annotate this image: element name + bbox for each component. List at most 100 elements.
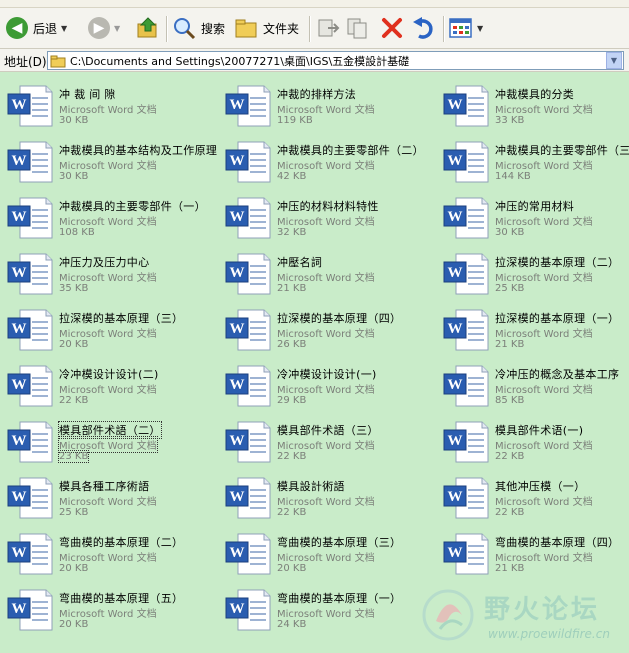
file-item[interactable]: W 弯曲模的基本原理（二） Microsoft Word 文档 20 KB [6,528,218,578]
views-icon [449,18,472,38]
address-field[interactable]: C:\Documents and Settings\20077271\桌面\IG… [47,51,624,70]
svg-text:W: W [448,97,463,113]
file-type: Microsoft Word 文档 [59,385,157,396]
file-size: 21 KB [495,563,525,574]
file-name: 弯曲模的基本原理（二） [59,536,184,549]
file-item[interactable]: W 冲 裁 间 隙 Microsoft Word 文档 30 KB [6,80,218,130]
file-item[interactable]: W 冲裁模具的主要零部件（二） Microsoft Word 文档 42 KB [224,136,436,186]
watermark-text: 野火论坛 [484,595,601,625]
file-size: 33 KB [495,115,525,126]
file-item[interactable]: W 冲裁模具的主要零部件（三） Microsoft Word 文档 144 KB [442,136,629,186]
file-type: Microsoft Word 文档 [59,273,157,284]
file-item[interactable]: W 弯曲模的基本原理（五） Microsoft Word 文档 20 KB [6,584,218,634]
file-size: 30 KB [495,227,525,238]
file-item[interactable]: W 冲压的常用材料 Microsoft Word 文档 30 KB [442,192,629,242]
file-name: 模具部件术語（二） [58,421,162,439]
folders-button[interactable]: 文件夹 [234,12,299,44]
move-to-button[interactable] [316,12,340,44]
file-type: Microsoft Word 文档 [277,161,375,172]
file-item[interactable]: W 弯曲模的基本原理（四） Microsoft Word 文档 21 KB [442,528,629,578]
file-type: Microsoft Word 文档 [495,161,593,172]
file-item[interactable]: W 弯曲模的基本原理（三） Microsoft Word 文档 20 KB [224,528,436,578]
toolbar: ◀ 后退 ▼ ▶ ▼ 搜索 文件夹 ▼ [0,8,629,49]
file-name: 弯曲模的基本原理（五） [59,592,184,605]
file-size: 20 KB [59,339,89,350]
file-size: 25 KB [495,283,525,294]
undo-button[interactable] [411,12,437,44]
forward-arrow-icon: ▶ [88,17,110,39]
file-name: 模具各種工序術語 [59,480,150,493]
file-item[interactable]: W 冷冲模设计设计(二) Microsoft Word 文档 22 KB [6,360,218,410]
file-item[interactable]: W 冷冲模设计设计(一) Microsoft Word 文档 29 KB [224,360,436,410]
file-item[interactable]: W 冲裁的排样方法 Microsoft Word 文档 119 KB [224,80,436,130]
back-button[interactable]: ◀ 后退 ▼ [6,12,67,44]
menu-bar-strip [0,0,629,8]
file-item[interactable]: W 冲壓名詞 Microsoft Word 文档 21 KB [224,248,436,298]
file-item[interactable]: W 冲压的材料材料特性 Microsoft Word 文档 32 KB [224,192,436,242]
views-dropdown-icon[interactable]: ▼ [477,24,483,33]
svg-text:W: W [12,265,27,281]
search-label: 搜索 [201,21,226,36]
file-size: 22 KB [495,507,525,518]
folders-icon [235,19,257,38]
word-document-icon: W [7,533,53,575]
copy-to-button[interactable] [346,12,370,44]
file-size: 22 KB [59,395,89,406]
file-item[interactable]: W 模具各種工序術語 Microsoft Word 文档 25 KB [6,472,218,522]
toolbar-separator [166,16,168,42]
file-size: 119 KB [277,115,313,126]
file-item[interactable]: W 弯曲模的基本原理（一） Microsoft Word 文档 24 KB [224,584,436,634]
word-document-icon: W [7,309,53,351]
search-button[interactable]: 搜索 [172,12,225,44]
file-type: Microsoft Word 文档 [59,161,157,172]
svg-text:W: W [12,97,27,113]
address-dropdown-button[interactable]: ▼ [606,52,622,69]
file-name: 弯曲模的基本原理（四） [495,536,620,549]
file-item[interactable]: W 模具部件术語（三） Microsoft Word 文档 22 KB [224,416,436,466]
file-size: 23 KB [57,450,90,463]
file-item[interactable]: W 冲裁模具的分类 Microsoft Word 文档 33 KB [442,80,629,130]
file-type: Microsoft Word 文档 [495,105,593,116]
svg-text:W: W [448,209,463,225]
svg-text:W: W [230,377,245,393]
word-document-icon: W [225,533,271,575]
file-item[interactable]: W 拉深模的基本原理（三） Microsoft Word 文档 20 KB [6,304,218,354]
file-item[interactable]: W 模具設計術語 Microsoft Word 文档 22 KB [224,472,436,522]
word-document-icon: W [443,533,489,575]
address-path[interactable]: C:\Documents and Settings\20077271\桌面\IG… [70,53,606,69]
file-name: 拉深模的基本原理（四） [277,312,402,325]
file-item[interactable]: W 冷冲压的概念及基本工序 Microsoft Word 文档 85 KB [442,360,629,410]
file-size: 144 KB [495,171,531,182]
file-item[interactable]: W 拉深模的基本原理（四） Microsoft Word 文档 26 KB [224,304,436,354]
word-document-icon: W [225,141,271,183]
svg-text:W: W [12,209,27,225]
file-size: 22 KB [277,507,307,518]
toolbar-separator [443,16,445,42]
delete-icon [382,18,402,38]
forward-dropdown-icon[interactable]: ▼ [114,24,120,33]
file-item[interactable]: W 模具部件术語（二） Microsoft Word 文档 23 KB [6,416,218,466]
file-name: 拉深模的基本原理（三） [59,312,184,325]
file-name: 冷冲模设计设计(一) [277,368,377,381]
file-item[interactable]: W 模具部件术语(一) Microsoft Word 文档 22 KB [442,416,629,466]
svg-text:W: W [12,489,27,505]
svg-text:W: W [448,433,463,449]
file-type: Microsoft Word 文档 [277,609,375,620]
file-item[interactable]: W 冲裁模具的基本结构及工作原理 Microsoft Word 文档 30 KB [6,136,218,186]
file-item[interactable]: W 其他冲压模（一） Microsoft Word 文档 22 KB [442,472,629,522]
views-button[interactable]: ▼ [449,12,483,44]
file-item[interactable]: W 拉深模的基本原理（一） Microsoft Word 文档 21 KB [442,304,629,354]
file-item[interactable]: W 冲裁模具的主要零部件（一） Microsoft Word 文档 108 KB [6,192,218,242]
forward-button[interactable]: ▶ ▼ [88,12,120,44]
delete-button[interactable] [380,12,404,44]
file-name: 冲压的材料材料特性 [277,200,379,213]
file-name: 冲裁模具的主要零部件（二） [277,144,424,157]
file-item[interactable]: W 冲压力及压力中心 Microsoft Word 文档 35 KB [6,248,218,298]
svg-text:W: W [448,377,463,393]
up-folder-button[interactable] [136,12,160,44]
file-name: 冲 裁 间 隙 [59,88,116,101]
word-document-icon: W [7,197,53,239]
file-item[interactable]: W 拉深模的基本原理（二） Microsoft Word 文档 25 KB [442,248,629,298]
back-dropdown-icon[interactable]: ▼ [61,24,67,33]
undo-icon [413,17,433,39]
